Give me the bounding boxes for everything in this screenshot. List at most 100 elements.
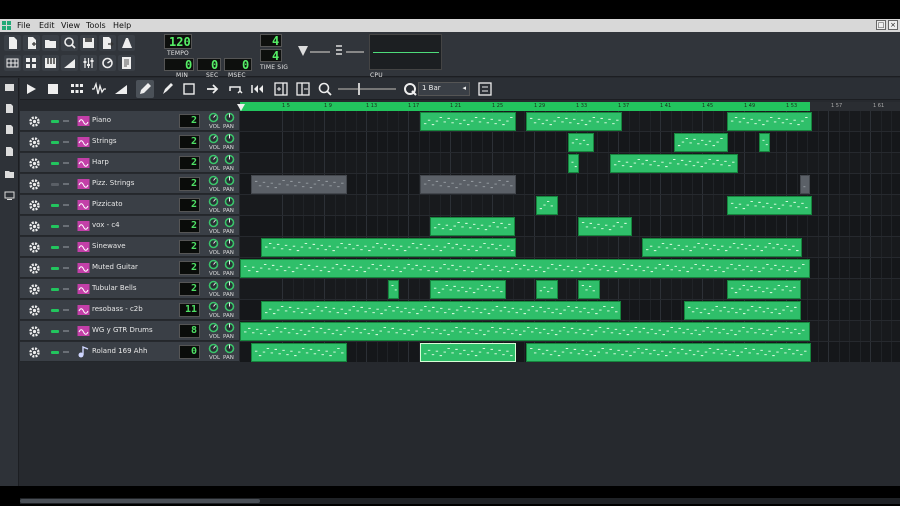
add-sample-track-button[interactable] [90, 80, 108, 98]
gear-icon[interactable] [28, 283, 41, 296]
solo-toggle[interactable] [63, 288, 69, 290]
timesig-denominator-display[interactable]: 4 [260, 49, 282, 63]
volume-knob[interactable] [208, 343, 219, 354]
volume-knob[interactable] [208, 175, 219, 186]
pattern-clip[interactable] [430, 217, 515, 236]
whats-this-button[interactable] [118, 35, 135, 51]
track-header[interactable]: vox - c4 2 VOL PAN [20, 216, 239, 236]
track-pattern-area[interactable] [240, 258, 900, 278]
pattern-clip[interactable] [578, 217, 632, 236]
mute-toggle[interactable] [51, 141, 59, 144]
pattern-clip[interactable] [430, 280, 506, 299]
my-presets-icon[interactable] [4, 146, 15, 157]
fx-channel-display[interactable]: 2 [179, 261, 200, 275]
panning-knob[interactable] [224, 238, 235, 249]
track-header[interactable]: Pizz. Strings 2 VOL PAN [20, 174, 239, 194]
track-header[interactable]: Harp 2 VOL PAN [20, 153, 239, 173]
master-pitch-slider[interactable] [346, 51, 364, 53]
volume-knob[interactable] [208, 196, 219, 207]
my-home-icon[interactable] [4, 168, 15, 179]
volume-knob[interactable] [208, 133, 219, 144]
track-pattern-area[interactable] [240, 174, 900, 194]
track-header[interactable]: WG y GTR Drums 8 VOL PAN [20, 321, 239, 341]
menu-tools[interactable]: Tools [86, 20, 106, 31]
pattern-clip[interactable] [674, 133, 728, 152]
pattern-clip[interactable] [727, 196, 812, 215]
fx-channel-display[interactable]: 2 [179, 177, 200, 191]
panning-knob[interactable] [224, 112, 235, 123]
new-from-template-button[interactable] [23, 35, 40, 51]
pattern-clip[interactable] [684, 301, 801, 320]
pattern-clip[interactable] [251, 175, 347, 194]
track-name[interactable]: resobass - c2b [92, 305, 143, 313]
track-header[interactable]: Muted Guitar 2 VOL PAN [20, 258, 239, 278]
track-pattern-area[interactable] [240, 195, 900, 215]
track-name[interactable]: Pizzicato [92, 200, 122, 208]
gear-icon[interactable] [28, 136, 41, 149]
mixer-button[interactable] [80, 55, 97, 71]
panning-knob[interactable] [224, 175, 235, 186]
gear-icon[interactable] [28, 178, 41, 191]
volume-knob[interactable] [208, 112, 219, 123]
select-mode-button[interactable] [180, 80, 198, 98]
mute-toggle[interactable] [51, 225, 59, 228]
panning-knob[interactable] [224, 217, 235, 228]
solo-toggle[interactable] [63, 309, 69, 311]
auto-scroll-button[interactable] [204, 80, 222, 98]
volume-knob[interactable] [208, 301, 219, 312]
pattern-clip[interactable] [568, 154, 579, 173]
mute-toggle[interactable] [51, 351, 59, 354]
fx-channel-display[interactable]: 11 [179, 303, 200, 317]
recent-projects-button[interactable] [61, 35, 78, 51]
my-computer-icon[interactable] [4, 190, 15, 201]
track-name[interactable]: Tubular Bells [92, 284, 137, 292]
mute-toggle[interactable] [51, 204, 59, 207]
gear-icon[interactable] [28, 115, 41, 128]
menu-help[interactable]: Help [113, 20, 131, 31]
track-header[interactable]: Piano 2 VOL PAN [20, 111, 239, 131]
close-button[interactable]: × [888, 20, 898, 30]
fx-channel-display[interactable]: 2 [179, 282, 200, 296]
panning-knob[interactable] [224, 301, 235, 312]
pattern-clip[interactable] [420, 112, 516, 131]
track-header[interactable]: Pizzicato 2 VOL PAN [20, 195, 239, 215]
proportional-snap-button[interactable] [476, 80, 494, 98]
my-projects-icon[interactable] [4, 103, 15, 114]
zoom-slider[interactable] [338, 83, 396, 95]
track-header[interactable]: Tubular Bells 2 VOL PAN [20, 279, 239, 299]
gear-icon[interactable] [28, 262, 41, 275]
my-samples-icon[interactable] [4, 124, 15, 135]
pattern-clip[interactable] [642, 238, 802, 257]
pattern-clip[interactable] [251, 343, 347, 362]
project-notes-button[interactable] [118, 55, 135, 71]
open-project-button[interactable] [42, 35, 59, 51]
draw-mode-button[interactable] [136, 80, 154, 98]
panning-knob[interactable] [224, 280, 235, 291]
song-editor-button[interactable] [4, 55, 21, 71]
fx-channel-display[interactable]: 2 [179, 156, 200, 170]
menu-view[interactable]: View [61, 20, 80, 31]
mute-toggle[interactable] [51, 288, 59, 291]
edit-mode-button[interactable] [158, 80, 176, 98]
volume-knob[interactable] [208, 217, 219, 228]
solo-toggle[interactable] [63, 141, 69, 143]
fx-channel-display[interactable]: 2 [179, 240, 200, 254]
pattern-clip[interactable] [261, 238, 516, 257]
volume-knob[interactable] [208, 322, 219, 333]
export-project-button[interactable] [99, 35, 116, 51]
tempo-display[interactable]: 120 [164, 34, 192, 49]
track-pattern-area[interactable] [240, 111, 900, 131]
track-header[interactable]: Roland 169 Ahh 0 VOL PAN [20, 342, 239, 362]
track-pattern-area[interactable] [240, 279, 900, 299]
track-pattern-area[interactable] [240, 321, 900, 341]
solo-toggle[interactable] [63, 330, 69, 332]
track-name[interactable]: Harp [92, 158, 109, 166]
mute-toggle[interactable] [51, 120, 59, 123]
track-name[interactable]: vox - c4 [92, 221, 120, 229]
pattern-clip[interactable] [420, 343, 516, 362]
pattern-clip[interactable] [240, 259, 810, 278]
mute-toggle[interactable] [51, 183, 59, 186]
track-name[interactable]: WG y GTR Drums [92, 326, 153, 334]
automation-editor-button[interactable] [61, 55, 78, 71]
play-button[interactable] [22, 80, 40, 98]
